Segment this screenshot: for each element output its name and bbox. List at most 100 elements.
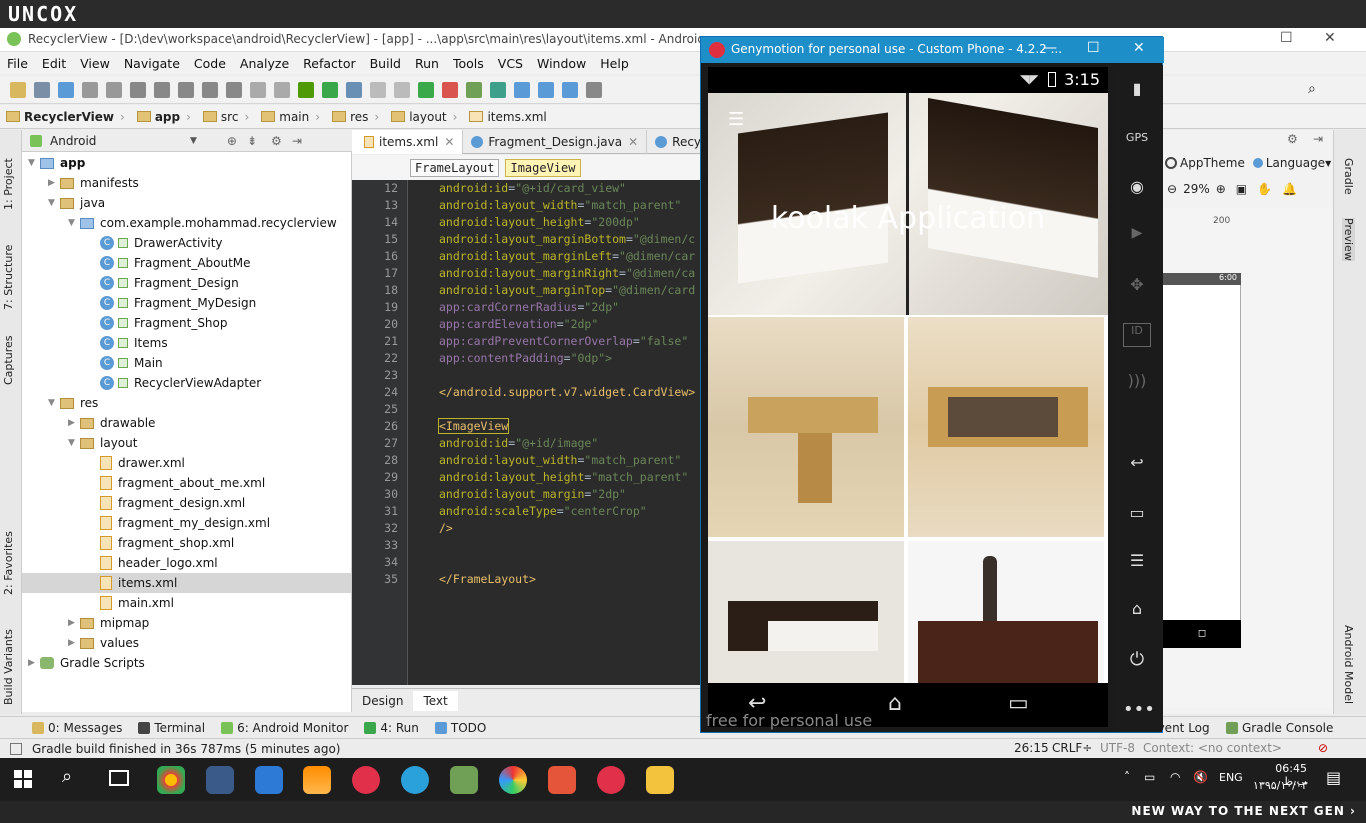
forward-icon[interactable] <box>274 81 290 98</box>
project-structure-icon[interactable] <box>514 81 530 98</box>
crumb-res[interactable]: res › <box>326 110 385 124</box>
sync-app-icon[interactable] <box>255 766 283 794</box>
menu-vcs[interactable]: VCS <box>498 56 523 71</box>
menu-help[interactable]: Help <box>600 56 629 71</box>
code-line[interactable]: app:cardElevation="2dp" <box>439 317 598 331</box>
tool-terminal[interactable]: Terminal <box>138 721 205 735</box>
code-line[interactable]: android:id="@+id/image" <box>439 436 598 450</box>
project-view-select[interactable]: Android <box>50 134 190 148</box>
code-line[interactable]: android:layout_margin="2dp" <box>439 487 626 501</box>
crumb-app[interactable]: app › <box>131 110 197 124</box>
avd-manager-icon[interactable] <box>466 81 482 98</box>
tree-item[interactable]: C DrawerActivity <box>22 233 351 253</box>
attach-icon[interactable] <box>370 81 386 98</box>
tab-project[interactable]: 1: Project <box>2 140 15 210</box>
code-line[interactable]: android:id="@+id/card_view" <box>439 181 626 195</box>
menu-code[interactable]: Code <box>194 56 226 71</box>
start-icon[interactable] <box>14 770 32 788</box>
apply-changes-icon[interactable] <box>418 81 434 98</box>
tree-item[interactable]: ▼ java <box>22 193 351 213</box>
tab-preview[interactable]: Preview <box>1342 218 1355 261</box>
action-center-icon[interactable]: ▤ <box>1326 768 1341 787</box>
tree-item[interactable]: ▼ app <box>22 153 351 173</box>
pan-icon[interactable]: ✋ <box>1257 182 1272 196</box>
caret-position[interactable]: 26:15 <box>1014 741 1049 755</box>
home-nav-icon[interactable]: ⌂ <box>888 691 902 716</box>
color-app-icon[interactable] <box>499 766 527 794</box>
chevron-right-icon[interactable]: ▶ <box>68 638 80 648</box>
chevron-down-icon[interactable]: ▼ <box>28 158 40 168</box>
code-line[interactable]: </android.support.v7.widget.CardView> <box>439 385 695 399</box>
task-view-icon[interactable] <box>109 770 129 786</box>
menu-analyze[interactable]: Analyze <box>240 56 289 71</box>
item-image[interactable] <box>908 317 1104 537</box>
wifi-icon[interactable]: ◠ <box>1170 770 1180 784</box>
menu-navigate[interactable]: Navigate <box>124 56 180 71</box>
android-device-monitor-icon[interactable] <box>586 81 602 98</box>
battery-icon[interactable]: ▭ <box>1144 770 1155 784</box>
xml-crumb-imageview[interactable]: ImageView <box>505 158 581 177</box>
event-log-icon[interactable]: ⊘ <box>1318 741 1328 755</box>
tab-design[interactable]: Design <box>352 691 413 711</box>
gear-icon[interactable]: ⚙ <box>271 134 282 148</box>
home-button-icon[interactable]: ⌂ <box>1123 599 1151 623</box>
open-icon[interactable] <box>10 81 26 98</box>
zoom-out-icon[interactable]: ⊖ <box>1167 182 1177 196</box>
battery-widget-icon[interactable]: ▮ <box>1123 79 1151 103</box>
tab-structure[interactable]: 7: Structure <box>2 230 15 310</box>
clock-date[interactable]: ۱۳۹۵/۱۰/۰۳ <box>1253 779 1308 792</box>
preview-canvas[interactable]: 200 6:00 ◻ <box>1163 208 1333 708</box>
maximize-button[interactable]: ☐ <box>1087 40 1100 56</box>
tree-item[interactable]: main.xml <box>22 593 351 613</box>
menu-tools[interactable]: Tools <box>453 56 484 71</box>
tab-text[interactable]: Text <box>413 690 458 711</box>
coverage-icon[interactable] <box>394 81 410 98</box>
tree-item[interactable]: C Items <box>22 333 351 353</box>
back-button-icon[interactable]: ↩ <box>1123 453 1151 477</box>
tree-item[interactable]: fragment_design.xml <box>22 493 351 513</box>
menu-view[interactable]: View <box>80 56 110 71</box>
debug-icon[interactable] <box>346 81 362 98</box>
gear-icon[interactable]: ⚙ <box>1287 132 1298 146</box>
item-image[interactable] <box>708 317 904 537</box>
xampp-icon[interactable] <box>548 766 576 794</box>
volume-icon[interactable]: 🔇 <box>1193 770 1208 784</box>
xml-crumb-framelayout[interactable]: FrameLayout <box>410 158 500 177</box>
maximize-button[interactable]: ☐ <box>1280 30 1293 46</box>
id-widget-icon[interactable]: ID <box>1123 323 1151 347</box>
stop-icon[interactable] <box>442 81 458 98</box>
code-editor[interactable]: 12 13 14 15 16 17 18 19 20 21 22 23 24 25 26 27 28 29 30 31… <box>352 180 700 685</box>
chevron-down-icon[interactable]: ▼ <box>190 136 197 146</box>
menu-edit[interactable]: Edit <box>42 56 66 71</box>
tab-favorites[interactable]: 2: Favorites <box>2 525 15 595</box>
chevron-right-icon[interactable]: ▶ <box>28 658 40 668</box>
crumb-project[interactable]: RecyclerView › <box>0 110 131 124</box>
power-button-icon[interactable]: ⏻ <box>1123 649 1151 673</box>
menu-window[interactable]: Window <box>537 56 586 71</box>
tool-run[interactable]: 4: Run <box>364 721 419 735</box>
code-line[interactable]: android:layout_width="match_parent" <box>439 453 681 467</box>
line-separator[interactable]: CRLF÷ <box>1052 741 1092 755</box>
tree-item[interactable]: C Fragment_AboutMe <box>22 253 351 273</box>
gradle-sync-icon[interactable] <box>490 81 506 98</box>
chevron-down-icon[interactable]: ▼ <box>48 398 60 408</box>
item-image[interactable] <box>908 541 1104 683</box>
code-line[interactable]: android:layout_height="match_parent" <box>439 470 688 484</box>
code-line[interactable]: android:layout_marginTop="@dimen/card <box>439 283 695 297</box>
tree-item[interactable]: ▼ layout <box>22 433 351 453</box>
tool-messages[interactable]: 0: Messages <box>32 721 122 735</box>
save-icon[interactable] <box>34 81 50 98</box>
close-button[interactable]: ✕ <box>1324 30 1336 46</box>
code-line[interactable]: <ImageView <box>437 418 510 434</box>
undo-icon[interactable] <box>82 81 98 98</box>
tab-android-model[interactable]: Android Model <box>1342 625 1355 704</box>
back-icon[interactable] <box>250 81 266 98</box>
tree-item[interactable]: fragment_about_me.xml <box>22 473 351 493</box>
redo-icon[interactable] <box>106 81 122 98</box>
android-studio-icon[interactable] <box>450 766 478 794</box>
zoom-fit-icon[interactable]: ▣ <box>1236 182 1247 196</box>
tree-item[interactable]: C Main <box>22 353 351 373</box>
tree-item[interactable]: ▶ manifests <box>22 173 351 193</box>
code-line[interactable]: app:contentPadding="0dp"> <box>439 351 612 365</box>
minimize-button[interactable]: — <box>1043 40 1057 56</box>
